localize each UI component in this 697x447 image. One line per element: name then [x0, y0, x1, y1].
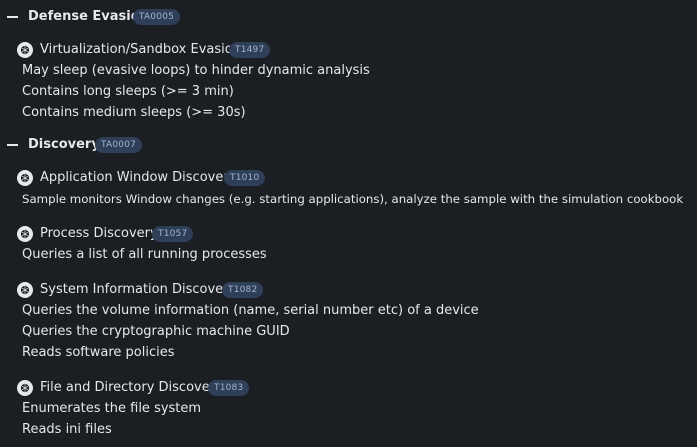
tactic-id-badge: TA0005 [133, 9, 181, 25]
technique-description: Queries a list of all running processes [22, 247, 267, 262]
technique-description: Reads ini files [22, 422, 112, 437]
technique-name: File and Directory Discovery [40, 380, 223, 395]
technique-id-badge: T1083 [208, 380, 250, 396]
technique-id-badge: T1057 [152, 226, 194, 242]
technique-id-badge: T1082 [222, 282, 264, 298]
technique-description: Enumerates the file system [22, 401, 202, 416]
technique-id-badge: T1010 [224, 170, 266, 186]
tactic-id-badge: TA0007 [95, 137, 143, 153]
technique-name: Application Window Discovery [40, 170, 237, 185]
technique-description: Contains medium sleeps (>= 30s) [22, 105, 246, 120]
technique-id-badge: T1497 [229, 42, 271, 58]
technique-chip-icon [17, 170, 33, 186]
technique-chip-icon [17, 226, 33, 242]
technique-chip-icon [17, 42, 33, 58]
technique-name: Process Discovery [40, 226, 158, 241]
technique-description: May sleep (evasive loops) to hinder dyna… [22, 63, 370, 78]
tactic-name: Discovery [28, 137, 100, 152]
technique-name: System Information Discovery [40, 282, 237, 297]
technique-description: Queries the volume information (name, se… [22, 303, 479, 318]
technique-chip-icon [17, 282, 33, 298]
collapse-dash-icon[interactable] [7, 16, 18, 18]
technique-description: Reads software policies [22, 345, 175, 360]
technique-description: Queries the cryptographic machine GUID [22, 324, 290, 339]
collapse-dash-icon[interactable] [7, 144, 18, 146]
technique-name: Virtualization/Sandbox Evasion [40, 42, 241, 57]
technique-chip-icon [17, 380, 33, 396]
mitre-attack-panel: Defense Evasion TA0005 Virtualization/Sa… [0, 0, 697, 447]
tactic-name: Defense Evasion [28, 9, 149, 24]
technique-description: Sample monitors Window changes (e.g. sta… [22, 192, 684, 206]
technique-description: Contains long sleeps (>= 3 min) [22, 84, 234, 99]
